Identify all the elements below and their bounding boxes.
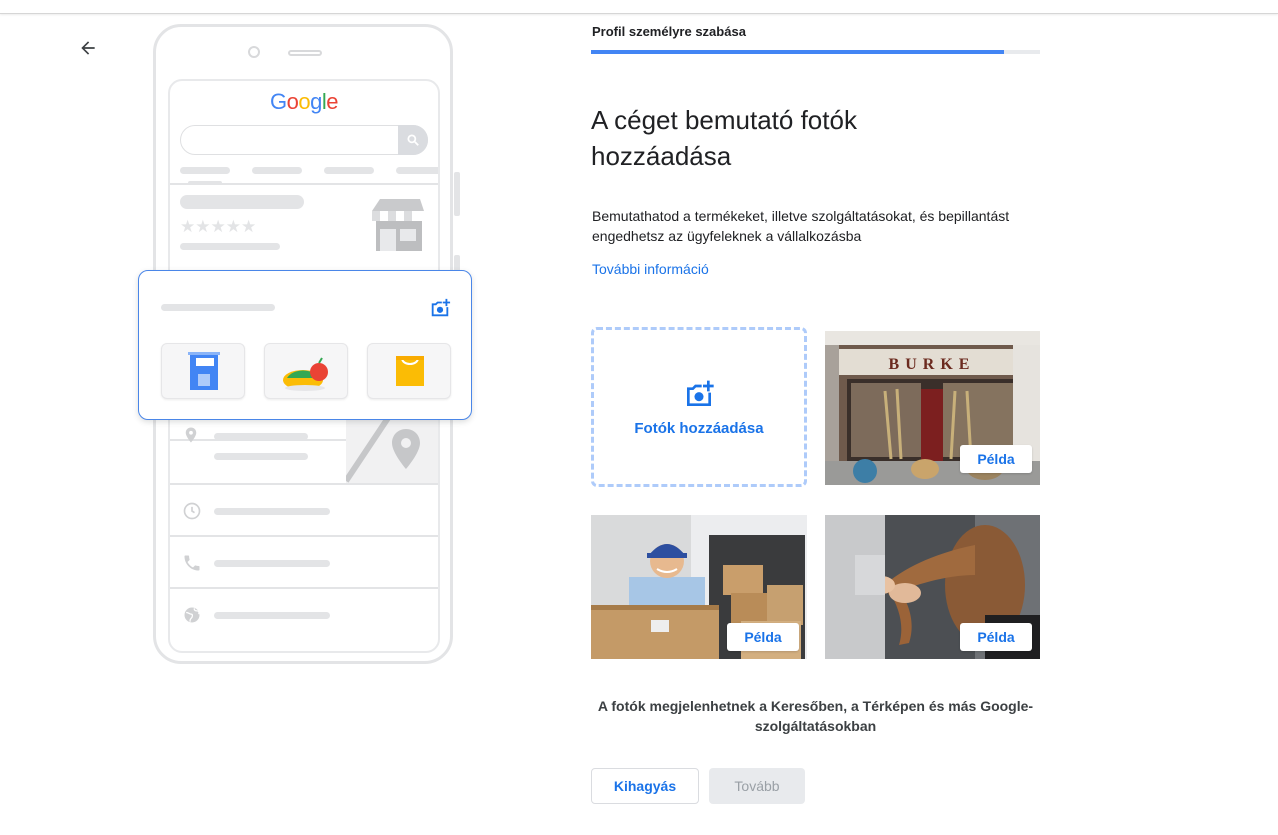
example-photo-delivery: Példa [591, 515, 807, 659]
shop-sign-text: BURKE [889, 356, 976, 373]
add-photo-icon [687, 380, 714, 406]
storefront-icon [372, 199, 424, 251]
mock-rating-stars: ★★★★★ [180, 217, 257, 236]
map-thumbnail [346, 415, 438, 483]
mock-bar [396, 167, 438, 174]
arrow-back-icon [81, 41, 95, 55]
brand-letter: g [310, 89, 322, 114]
phone-camera [248, 46, 260, 58]
mock-search-icon [398, 125, 428, 155]
mock-bar [214, 433, 308, 440]
mock-bar [214, 560, 330, 567]
divider [170, 587, 438, 589]
back-button[interactable] [74, 34, 102, 62]
progress-fill [591, 50, 1005, 54]
phone-icon [184, 555, 200, 571]
mock-food-thumbnail [264, 343, 348, 399]
example-badge[interactable]: Példa [960, 445, 1032, 473]
mock-bar [214, 508, 330, 515]
page-title: A céget bemutató fotók hozzáadása [591, 105, 857, 171]
add-photo-icon [431, 298, 451, 317]
mock-shopping-bag-thumbnail [367, 343, 451, 399]
divider [170, 483, 438, 485]
globe-icon [184, 607, 200, 623]
mock-tab-indicator [188, 181, 222, 185]
brand-logo: Google [170, 89, 438, 115]
step-label: Profil személyre szabása [592, 24, 746, 39]
mock-bar [180, 243, 280, 250]
add-photos-button[interactable]: Fotók hozzáadása [591, 327, 807, 487]
brand-letter: o [298, 89, 311, 114]
brand-letter: o [286, 89, 299, 114]
top-bar [0, 0, 1278, 14]
clock-icon [183, 502, 201, 520]
more-info-link[interactable]: További információ [592, 261, 709, 277]
brand-letter: G [269, 89, 287, 114]
progress-bar [591, 50, 1040, 54]
example-badge[interactable]: Példa [727, 623, 799, 651]
mock-business-name [180, 195, 304, 209]
example-badge[interactable]: Példa [960, 623, 1032, 651]
mock-search-box [180, 125, 428, 155]
location-pin-icon [185, 427, 197, 443]
mock-bar [214, 453, 308, 460]
mock-bar [214, 612, 330, 619]
phone-side-button [454, 172, 460, 216]
next-button[interactable]: Tovább [709, 768, 805, 804]
brand-letter: e [326, 89, 338, 114]
divider [170, 535, 438, 537]
page-description: Bemutathatod a termékeket, illetve szolg… [592, 208, 1010, 244]
mock-bar [161, 304, 275, 311]
skip-button[interactable]: Kihagyás [591, 768, 699, 804]
photos-footnote: A fotók megjelenhetnek a Keresőben, a Té… [597, 698, 1034, 734]
mock-bar [324, 167, 374, 174]
example-photo-storefront: BURKE Példa [825, 331, 1040, 485]
mock-bar [180, 167, 230, 174]
add-photos-label: Fotók hozzáadása [634, 419, 764, 437]
mock-bar [252, 167, 302, 174]
mock-product-thumbnail [161, 343, 245, 399]
example-photo-hairdresser: Példa [825, 515, 1040, 659]
photos-highlight-card [138, 270, 472, 420]
phone-speaker [288, 50, 322, 56]
